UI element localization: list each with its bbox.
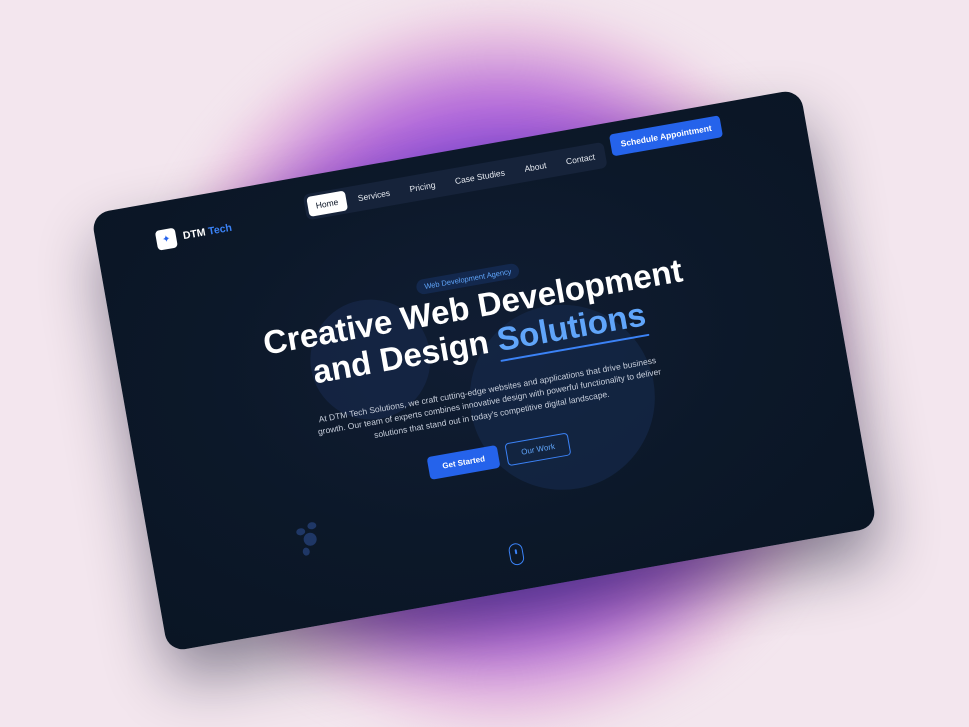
dot — [302, 531, 318, 547]
nav-item-home[interactable]: Home — [306, 190, 348, 217]
stage: ✦ DTM Tech Home Services Pricing Case St… — [0, 0, 969, 727]
dots-decoration-icon — [293, 518, 329, 559]
brand-name-accent: Tech — [207, 221, 233, 238]
nav-item-services[interactable]: Services — [348, 181, 399, 209]
dot — [306, 521, 317, 530]
brand-name-main: DTM — [182, 226, 207, 243]
schedule-appointment-button[interactable]: Schedule Appointment — [608, 115, 724, 157]
nav-item-contact[interactable]: Contact — [556, 145, 604, 173]
brand-logo[interactable]: ✦ DTM Tech — [154, 218, 234, 251]
nav-item-case-studies[interactable]: Case Studies — [445, 161, 514, 192]
brand-name: DTM Tech — [182, 222, 233, 242]
logo-icon: ✦ — [154, 227, 178, 251]
scroll-mouse-icon[interactable] — [507, 542, 526, 567]
dot — [302, 547, 311, 557]
mouse-wheel — [514, 549, 517, 555]
nav-item-pricing[interactable]: Pricing — [400, 173, 445, 200]
nav-item-about[interactable]: About — [515, 154, 556, 180]
get-started-button[interactable]: Get Started — [426, 444, 501, 480]
